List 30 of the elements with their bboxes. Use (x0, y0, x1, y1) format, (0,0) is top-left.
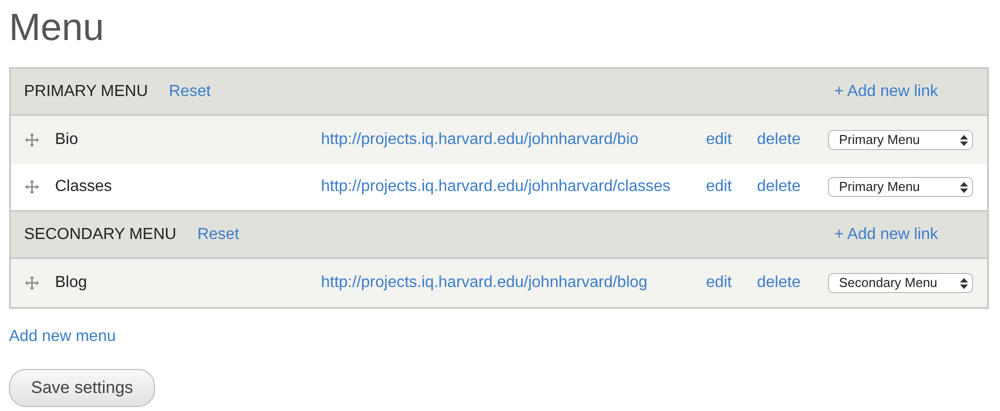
edit-link[interactable]: edit (706, 128, 732, 152)
link-url[interactable]: http://projects.iq.harvard.edu/johnharvard/classes (321, 175, 671, 199)
link-title: Bio (55, 130, 80, 150)
drag-handle-icon[interactable] (25, 276, 39, 290)
menu-select[interactable]: Secondary Menu (828, 273, 973, 293)
save-settings-button[interactable]: Save settings (9, 369, 156, 406)
delete-link[interactable]: delete (757, 271, 801, 295)
page-title: Menu (9, 6, 106, 50)
add-link[interactable]: + Add new link (834, 80, 938, 104)
link-title: Blog (55, 273, 88, 293)
add-menu-link[interactable]: Add new menu (9, 325, 116, 349)
updown-caret-icon (960, 134, 968, 146)
link-url[interactable]: http://projects.iq.harvard.edu/johnharvard/bio (321, 128, 639, 152)
link-url[interactable]: http://projects.iq.harvard.edu/johnharvard/blog (321, 271, 648, 295)
menu-select[interactable]: Primary Menu (828, 130, 973, 150)
reset-link[interactable]: Reset (197, 222, 240, 246)
link-title: Classes (55, 177, 113, 197)
delete-link[interactable]: delete (757, 128, 801, 152)
drag-handle-icon[interactable] (25, 180, 39, 194)
edit-link[interactable]: edit (706, 271, 732, 295)
menu-select[interactable]: Primary Menu (828, 177, 973, 197)
menu-name: PRIMARY MENU (24, 82, 148, 102)
drag-handle-icon[interactable] (25, 133, 39, 147)
menu-name: SECONDARY MENU (24, 224, 176, 244)
updown-caret-icon (960, 278, 968, 288)
reset-link[interactable]: Reset (168, 80, 211, 104)
add-link[interactable]: + Add new link (834, 222, 938, 246)
updown-caret-icon (960, 182, 968, 192)
delete-link[interactable]: delete (757, 175, 801, 199)
edit-link[interactable]: edit (706, 175, 732, 199)
